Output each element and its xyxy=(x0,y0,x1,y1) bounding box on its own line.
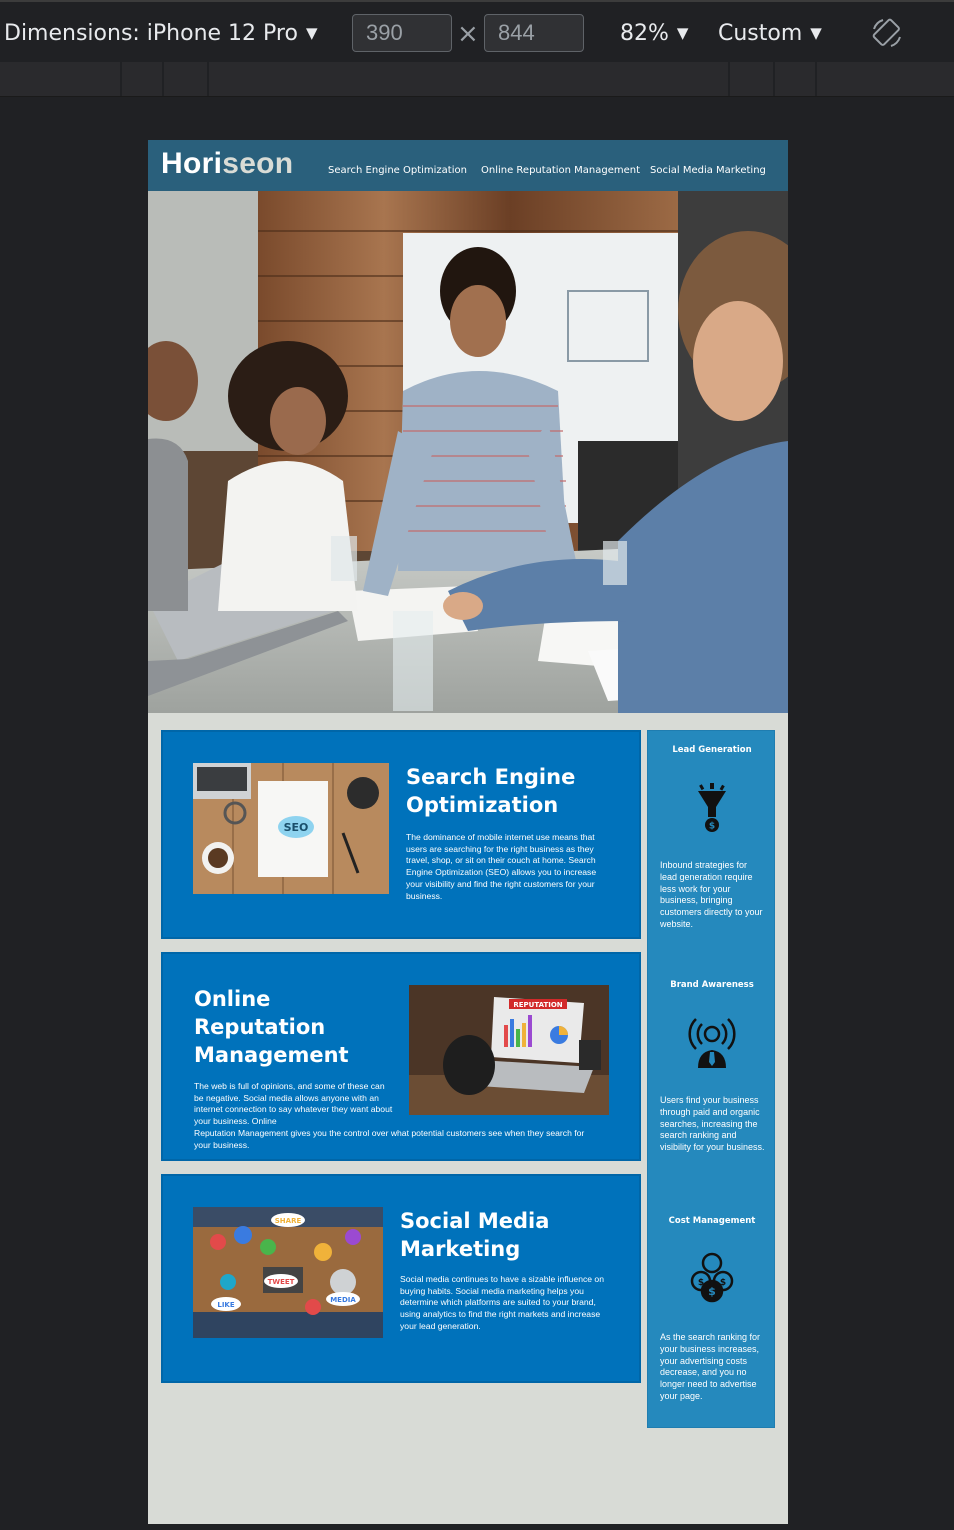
devtools-toolbar: Dimensions: iPhone 12 Pro ▼ 390 × 844 82%… xyxy=(0,0,954,62)
logo[interactable]: Horiseon xyxy=(161,147,293,181)
throttle-selector[interactable]: Custom ▼ xyxy=(718,18,822,49)
brand-awareness-text: Users find your business through paid an… xyxy=(660,1095,765,1153)
brand-awareness-title: Brand Awareness xyxy=(670,980,754,990)
device-label: Dimensions: iPhone 12 Pro xyxy=(4,21,298,46)
chevron-down-icon: ▼ xyxy=(810,24,822,42)
width-input[interactable]: 390 xyxy=(352,14,452,52)
times-icon: × xyxy=(457,19,479,49)
content-card-reputation: Online Reputation Management REPUTATION Th… xyxy=(161,952,641,1161)
chevron-down-icon: ▼ xyxy=(305,24,318,42)
share-label: SHARE xyxy=(275,1217,302,1225)
reputation-heading: Online Reputation Management xyxy=(194,987,349,1067)
logo-accent: seon xyxy=(222,147,294,180)
logo-main: Hori xyxy=(161,147,223,180)
nav-link-reputation[interactable]: Online Reputation Management xyxy=(481,165,640,176)
reputation-image-label: REPUTATION xyxy=(513,1001,562,1009)
like-label: LIKE xyxy=(217,1301,234,1309)
seo-text: The dominance of mobile internet use mea… xyxy=(406,832,597,901)
content-card-social: SHARE TWEET LIKE MEDIA Social Media Marke… xyxy=(161,1174,641,1383)
cost-management-title: Cost Management xyxy=(668,1216,756,1226)
media-query-ruler[interactable] xyxy=(0,62,954,97)
seo-image: SEO xyxy=(193,763,389,894)
brand-awareness-icon xyxy=(688,1018,736,1068)
lead-generation-title: Lead Generation xyxy=(672,745,752,755)
site-header: Horiseon Search Engine Optimization Onli… xyxy=(148,140,788,191)
benefits-sidebar: Lead Generation $ Inbound strategies for… xyxy=(647,730,775,1428)
content-card-seo: SEO Search Engine Optimization The domina… xyxy=(161,730,641,939)
lead-generation-icon: $ xyxy=(698,783,726,832)
throttle-value: Custom xyxy=(718,21,803,46)
rotate-icon[interactable] xyxy=(870,16,904,50)
zoom-value: 82% xyxy=(620,21,669,46)
svg-text:$: $ xyxy=(709,822,715,832)
social-media-image: SHARE TWEET LIKE MEDIA xyxy=(193,1207,383,1338)
cost-management-icon: $ $ $ xyxy=(690,1252,734,1303)
hero-image xyxy=(148,191,788,713)
social-heading: Social Media Marketing xyxy=(400,1209,550,1261)
seo-heading: Search Engine Optimization xyxy=(406,765,576,817)
nav-link-social[interactable]: Social Media Marketing xyxy=(650,165,766,176)
device-selector[interactable]: Dimensions: iPhone 12 Pro ▼ xyxy=(4,18,318,49)
tweet-label: TWEET xyxy=(268,1278,295,1286)
chevron-down-icon: ▼ xyxy=(676,24,689,42)
svg-text:$: $ xyxy=(720,1278,726,1288)
svg-text:$: $ xyxy=(698,1278,704,1288)
reputation-text-full: The web is full of opinions, and some of… xyxy=(194,1081,585,1150)
cost-management-text: As the search ranking for your business … xyxy=(660,1332,761,1401)
device-viewport: Horiseon Search Engine Optimization Onli… xyxy=(148,140,788,1524)
svg-text:$: $ xyxy=(708,1285,716,1298)
height-input[interactable]: 844 xyxy=(484,14,584,52)
media-label: MEDIA xyxy=(330,1296,356,1304)
zoom-selector[interactable]: 82% ▼ xyxy=(620,18,688,49)
nav-link-seo[interactable]: Search Engine Optimization xyxy=(328,165,467,176)
lead-generation-text: Inbound strategies for lead generation r… xyxy=(660,860,763,929)
seo-image-label: SEO xyxy=(284,821,309,834)
social-text: Social media continues to have a sizable… xyxy=(400,1274,604,1331)
